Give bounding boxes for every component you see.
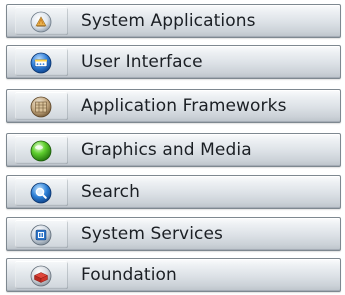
layer-graphics-and-media: Graphics and Media (6, 133, 341, 167)
layer-search: Search (6, 175, 341, 209)
layer-label: Graphics and Media (81, 140, 252, 160)
layer-label: Foundation (81, 265, 177, 285)
layer-label: Search (81, 182, 141, 202)
architecture-layer-stack: System Applications User Interface Appli… (0, 0, 345, 295)
layer-foundation: Foundation (6, 258, 341, 292)
layer-label: User Interface (81, 52, 203, 72)
layer-user-interface: User Interface (6, 45, 341, 79)
layer-label: System Services (81, 224, 223, 244)
layer-label: Application Frameworks (81, 96, 287, 116)
layer-application-frameworks: Application Frameworks (6, 89, 341, 123)
layer-label: System Applications (81, 11, 256, 31)
layer-system-applications: System Applications (6, 4, 341, 38)
foundation-icon (30, 265, 52, 287)
system-applications-icon (30, 11, 52, 33)
user-interface-icon (30, 52, 52, 74)
system-services-icon (30, 224, 52, 246)
search-icon (30, 182, 52, 204)
graphics-and-media-icon (30, 140, 52, 162)
layer-system-services: System Services (6, 217, 341, 251)
application-frameworks-icon (30, 96, 52, 118)
